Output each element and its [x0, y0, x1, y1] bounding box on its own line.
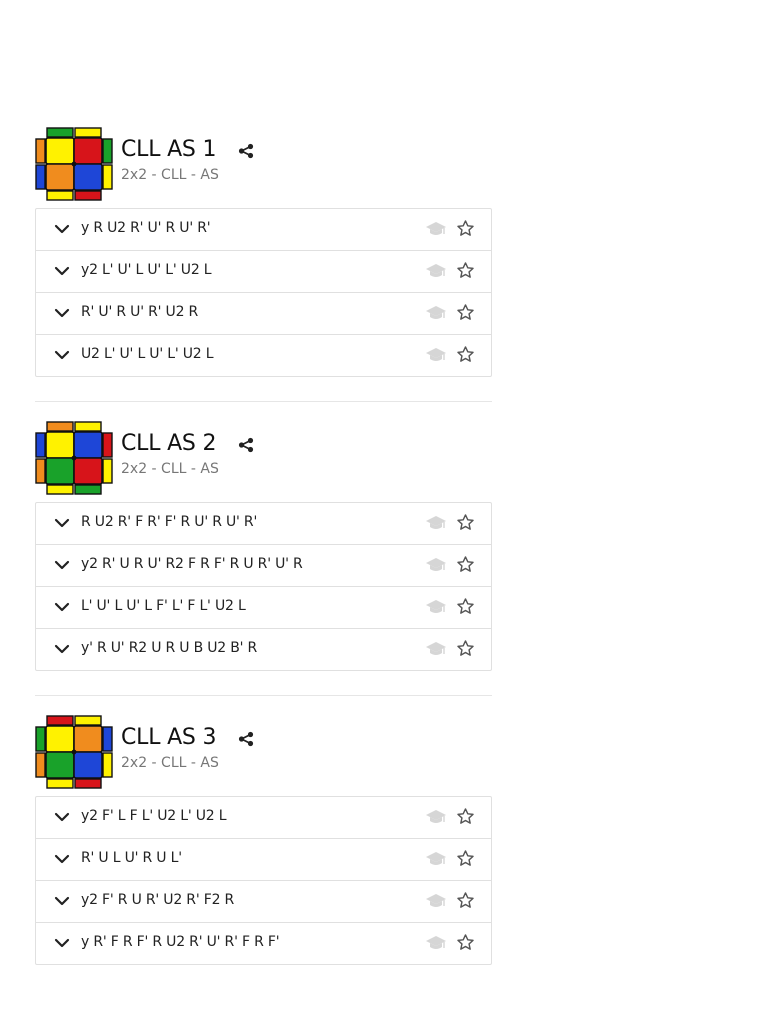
algorithm-text: R' U L U' R U L' — [81, 850, 182, 866]
graduation-cap-icon[interactable] — [425, 556, 447, 574]
star-icon[interactable] — [456, 933, 475, 952]
case-subtitle: 2x2 - CLL - AS — [121, 461, 219, 477]
chevron-down-icon[interactable] — [54, 643, 70, 655]
graduation-cap-icon[interactable] — [425, 514, 447, 532]
case-title: CLL AS 2 — [121, 431, 217, 456]
algorithm-row[interactable]: y2 F' R U R' U2 R' F2 R — [36, 880, 491, 922]
case-header: CLL AS 2 2x2 - CLL - AS — [35, 421, 492, 501]
case-section: CLL AS 2 2x2 - CLL - AS R U2 R' F R' F' R … — [35, 421, 492, 671]
share-icon[interactable] — [238, 731, 254, 747]
star-icon[interactable] — [456, 303, 475, 322]
cube-diagram — [35, 421, 113, 495]
chevron-down-icon[interactable] — [54, 601, 70, 613]
star-icon[interactable] — [456, 555, 475, 574]
star-icon[interactable] — [456, 807, 475, 826]
star-icon[interactable] — [456, 513, 475, 532]
algorithm-row[interactable]: R' U' R U' R' U2 R — [36, 292, 491, 334]
algorithm-list: y2 F' L F L' U2 L' U2 L R' U L U' R U L' y… — [35, 796, 492, 965]
chevron-down-icon[interactable] — [54, 517, 70, 529]
star-icon[interactable] — [456, 891, 475, 910]
algorithm-row[interactable]: R U2 R' F R' F' R U' R U' R' — [36, 503, 491, 544]
algorithm-row[interactable]: U2 L' U' L U' L' U2 L — [36, 334, 491, 376]
graduation-cap-icon[interactable] — [425, 808, 447, 826]
algorithm-list: R U2 R' F R' F' R U' R U' R' y2 R' U R U'… — [35, 502, 492, 671]
graduation-cap-icon[interactable] — [425, 850, 447, 868]
case-header: CLL AS 3 2x2 - CLL - AS — [35, 715, 492, 795]
algorithm-text: y R' F R F' R U2 R' U' R' F R F' — [81, 934, 280, 950]
star-icon[interactable] — [456, 219, 475, 238]
algorithm-text: L' U' L U' L F' L' F L' U2 L — [81, 598, 246, 614]
chevron-down-icon[interactable] — [54, 265, 70, 277]
case-header: CLL AS 1 2x2 - CLL - AS — [35, 127, 492, 207]
star-icon[interactable] — [456, 597, 475, 616]
algorithm-text: y2 R' U R U' R2 F R F' R U R' U' R — [81, 556, 303, 572]
section-divider — [35, 401, 492, 402]
chevron-down-icon[interactable] — [54, 307, 70, 319]
algorithm-row[interactable]: y R U2 R' U' R U' R' — [36, 209, 491, 250]
chevron-down-icon[interactable] — [54, 811, 70, 823]
case-subtitle: 2x2 - CLL - AS — [121, 755, 219, 771]
algorithm-row[interactable]: R' U L U' R U L' — [36, 838, 491, 880]
graduation-cap-icon[interactable] — [425, 220, 447, 238]
algorithm-list: y R U2 R' U' R U' R' y2 L' U' L U' L' U2 … — [35, 208, 492, 377]
chevron-down-icon[interactable] — [54, 559, 70, 571]
graduation-cap-icon[interactable] — [425, 892, 447, 910]
algorithm-text: R' U' R U' R' U2 R — [81, 304, 199, 320]
algorithm-row[interactable]: y' R U' R2 U R U B U2 B' R — [36, 628, 491, 670]
case-title: CLL AS 3 — [121, 725, 217, 750]
algorithm-row[interactable]: y2 R' U R U' R2 F R F' R U R' U' R — [36, 544, 491, 586]
algorithm-text: U2 L' U' L U' L' U2 L — [81, 346, 214, 362]
algorithm-row[interactable]: L' U' L U' L F' L' F L' U2 L — [36, 586, 491, 628]
star-icon[interactable] — [456, 849, 475, 868]
cube-diagram — [35, 127, 113, 201]
chevron-down-icon[interactable] — [54, 853, 70, 865]
algorithm-text: y2 F' R U R' U2 R' F2 R — [81, 892, 235, 908]
algorithm-text: R U2 R' F R' F' R U' R U' R' — [81, 514, 258, 530]
chevron-down-icon[interactable] — [54, 937, 70, 949]
algorithm-text: y' R U' R2 U R U B U2 B' R — [81, 640, 258, 656]
share-icon[interactable] — [238, 143, 254, 159]
graduation-cap-icon[interactable] — [425, 262, 447, 280]
section-divider — [35, 695, 492, 696]
algorithm-row[interactable]: y R' F R F' R U2 R' U' R' F R F' — [36, 922, 491, 964]
graduation-cap-icon[interactable] — [425, 304, 447, 322]
star-icon[interactable] — [456, 345, 475, 364]
chevron-down-icon[interactable] — [54, 349, 70, 361]
share-icon[interactable] — [238, 437, 254, 453]
graduation-cap-icon[interactable] — [425, 346, 447, 364]
chevron-down-icon[interactable] — [54, 895, 70, 907]
case-title: CLL AS 1 — [121, 137, 217, 162]
algorithm-text: y2 F' L F L' U2 L' U2 L — [81, 808, 227, 824]
algorithm-row[interactable]: y2 F' L F L' U2 L' U2 L — [36, 797, 491, 838]
algorithm-text: y2 L' U' L U' L' U2 L — [81, 262, 212, 278]
graduation-cap-icon[interactable] — [425, 640, 447, 658]
case-subtitle: 2x2 - CLL - AS — [121, 167, 219, 183]
case-section: CLL AS 3 2x2 - CLL - AS y2 F' L F L' U2 L'… — [35, 715, 492, 965]
chevron-down-icon[interactable] — [54, 223, 70, 235]
graduation-cap-icon[interactable] — [425, 598, 447, 616]
algorithm-text: y R U2 R' U' R U' R' — [81, 220, 211, 236]
algorithm-row[interactable]: y2 L' U' L U' L' U2 L — [36, 250, 491, 292]
star-icon[interactable] — [456, 639, 475, 658]
case-section: CLL AS 1 2x2 - CLL - AS y R U2 R' U' R U' … — [35, 127, 492, 377]
graduation-cap-icon[interactable] — [425, 934, 447, 952]
star-icon[interactable] — [456, 261, 475, 280]
cube-diagram — [35, 715, 113, 789]
